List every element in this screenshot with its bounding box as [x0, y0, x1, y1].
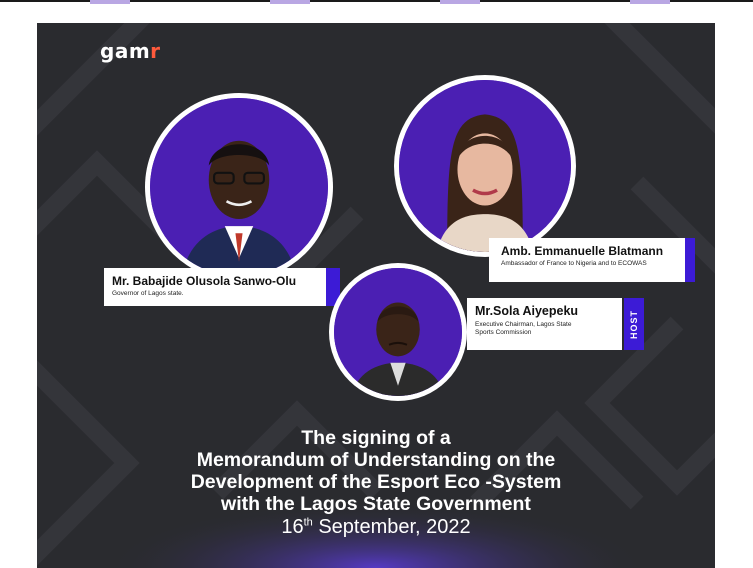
- speaker-name-card: Mr. Babajide Olusola Sanwo-Olu Governor …: [104, 268, 326, 306]
- top-tab-marker: [270, 0, 310, 4]
- title-line: Memorandum of Understanding on the: [196, 449, 556, 471]
- top-tab-marker: [630, 0, 670, 4]
- name-card-accent: [685, 238, 695, 282]
- speaker-role: Governor of Lagos state.: [112, 290, 184, 297]
- speaker-name: Amb. Emmanuelle Blatmann: [501, 244, 664, 258]
- title-line: The signing of a: [301, 427, 451, 449]
- host-badge: HOST: [624, 298, 644, 350]
- speaker-portrait-governor: [145, 93, 333, 281]
- speaker-name: Mr. Babajide Olusola Sanwo-Olu: [112, 274, 297, 288]
- event-poster: gamr Mr. Babajide Olusola Sanwo-Olu Gove…: [37, 23, 715, 568]
- event-title: The signing of a Memorandum of Understan…: [37, 427, 715, 515]
- person-photo-icon: [399, 80, 571, 252]
- person-photo-icon: [150, 98, 328, 276]
- speaker-name-card: Mr.Sola Aiyepeku Executive Chairman, Lag…: [467, 298, 622, 350]
- top-tab-marker: [440, 0, 480, 4]
- speaker-portrait-ambassador: [394, 75, 576, 257]
- top-tab-marker: [90, 0, 130, 4]
- title-line: with the Lagos State Government: [221, 493, 531, 515]
- title-line: Development of the Esport Eco -System: [190, 471, 562, 493]
- speaker-name: Mr.Sola Aiyepeku: [475, 304, 579, 318]
- speaker-portrait-host: [329, 263, 467, 401]
- speaker-role: Ambassador of France to Nigeria and to E…: [501, 260, 647, 267]
- speaker-role: Sports Commission: [475, 329, 532, 337]
- event-date: 16th September, 2022: [281, 516, 471, 538]
- speaker-role: Executive Chairman, Lagos State: [475, 321, 572, 328]
- person-photo-icon: [334, 268, 462, 396]
- speaker-name-card: Amb. Emmanuelle Blatmann Ambassador of F…: [489, 238, 693, 282]
- gamr-logo: gamr: [100, 39, 161, 63]
